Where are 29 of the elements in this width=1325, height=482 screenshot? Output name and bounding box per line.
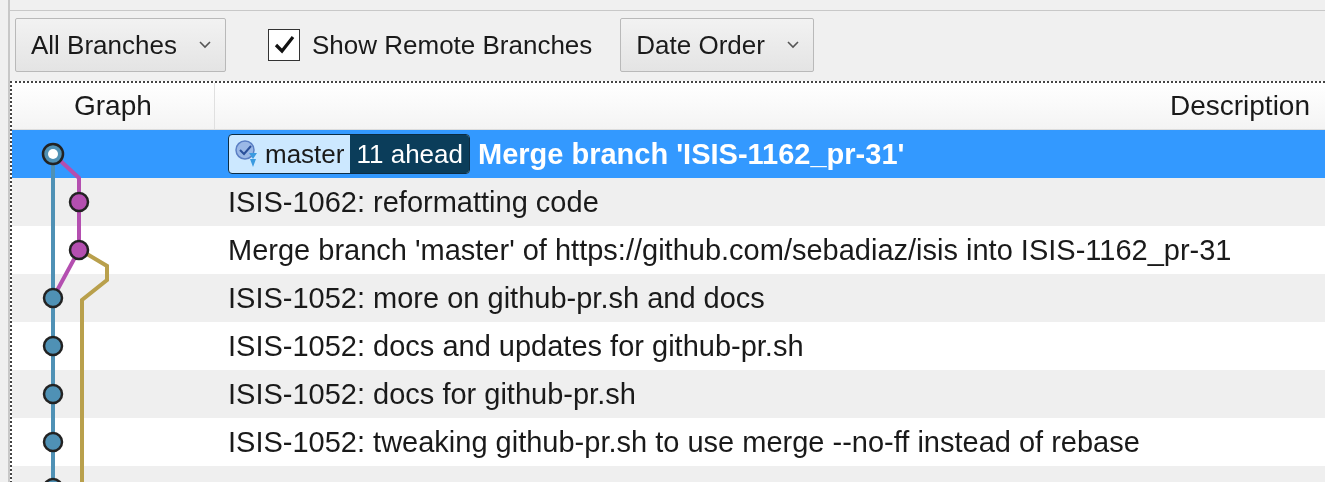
commit-row[interactable]: ISIS-1052: more on github-pr.sh and docs — [12, 274, 1325, 322]
commit-message: Merge branch 'ISIS-1162_pr-31' — [478, 137, 905, 171]
commit-node — [68, 239, 90, 261]
commit-node — [42, 383, 64, 405]
order-dropdown[interactable]: Date Order — [620, 18, 814, 72]
branch-filter-dropdown[interactable]: All Branches — [15, 18, 226, 72]
chevron-down-icon — [786, 41, 799, 49]
commit-row[interactable]: ISIS-1052: docs for github-pr.sh — [12, 370, 1325, 418]
commit-node — [42, 287, 64, 309]
commit-message: ISIS-1052: docs for github-pr.sh — [228, 377, 636, 411]
commit-node — [42, 431, 64, 453]
head-commit-node — [41, 142, 65, 166]
commit-row[interactable]: master 11 ahead Merge branch 'ISIS-1162_pr-31' — [12, 130, 1325, 178]
column-header[interactable]: Graph — [12, 83, 215, 129]
commit-node — [68, 191, 90, 213]
commit-message: ISIS-1062: reformatting code — [228, 185, 599, 219]
branch-name: master — [265, 138, 346, 170]
column-header[interactable]: Description — [215, 83, 1325, 129]
ahead-count: 11 ahead — [350, 135, 469, 173]
commit-node — [42, 477, 64, 482]
commit-message: Merge branch 'master' of https://github.com/sebadiaz/isis into ISIS-1162_pr-31 — [228, 233, 1232, 267]
commit-message: ISIS-1052: docs and updates for github-pr.sh — [228, 329, 804, 363]
commit-node — [42, 335, 64, 357]
checkbox[interactable] — [267, 29, 300, 61]
commit-message: ISIS-1052: tweaking github-pr.sh to use merge --no-ff instead of rebase — [228, 425, 1140, 459]
checkbox-label: Show Remote Branches — [311, 29, 593, 61]
commit-message: ISIS-1052: more on github-pr.sh and docs — [228, 281, 765, 315]
chevron-down-icon — [198, 41, 211, 49]
commit-row[interactable]: ISIS-1062: reformatting code — [12, 178, 1325, 226]
